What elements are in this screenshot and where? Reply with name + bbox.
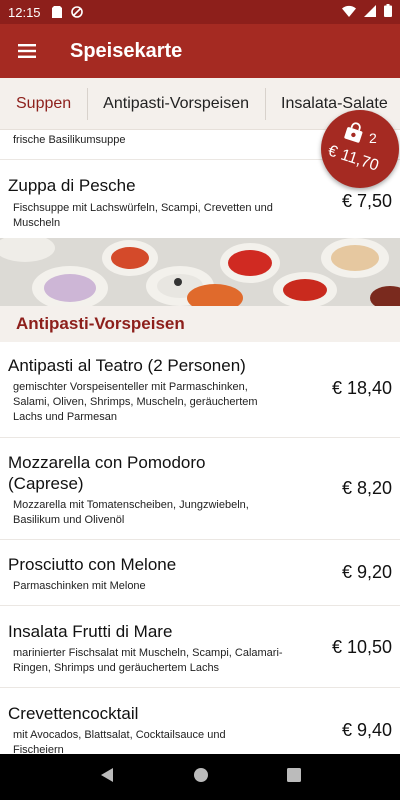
item-description: Mozzarella mit Tomatenscheiben, Jungzwie… [13, 499, 249, 526]
recents-icon[interactable] [287, 767, 301, 787]
system-nav-bar [0, 754, 400, 800]
sd-card-icon [51, 6, 63, 18]
tab-antipasti-vorspeisen[interactable]: Antipasti-Vorspeisen [87, 78, 265, 129]
section-title: Antipasti-Vorspeisen [16, 314, 185, 333]
menu-list[interactable]: frische Basilikumsuppe Zuppa di Pesche F… [0, 130, 400, 754]
item-name: Mozzarella con Pomodoro (Caprese) [8, 453, 206, 493]
status-time: 12:15 [8, 4, 41, 20]
tab-suppen[interactable]: Suppen [0, 78, 87, 129]
item-price: € 9,40 [341, 720, 392, 740]
item-description: frische Basilikumsuppe [13, 134, 126, 146]
wifi-icon [342, 5, 356, 20]
list-item-prosciutto-con-melone[interactable]: Prosciutto con Melone Parmaschinken mit … [0, 540, 400, 606]
item-description: marinierter Fischsalat mit Muscheln, Sca… [13, 647, 283, 674]
list-item-crevettencocktail[interactable]: Crevettencocktail mit Avocados, Blattsal… [0, 688, 400, 754]
page-title: Speisekarte [70, 39, 183, 62]
status-right-icons [342, 4, 392, 20]
signal-icon [364, 4, 376, 20]
item-price: € 10,50 [331, 637, 392, 657]
hamburger-menu-icon[interactable] [0, 24, 56, 78]
list-item-insalata-frutti-di-mare[interactable]: Insalata Frutti di Mare marinierter Fisc… [0, 606, 400, 688]
item-name: Crevettencocktail [8, 704, 139, 723]
item-price: € 18,40 [331, 378, 392, 398]
do-not-disturb-icon [70, 6, 83, 18]
list-item-mozzarella-con-pomodoro[interactable]: Mozzarella con Pomodoro (Caprese) Mozzar… [0, 438, 400, 540]
item-price: € 7,50 [341, 191, 392, 211]
list-item-antipasti-al-teatro[interactable]: Antipasti al Teatro (2 Personen) gemisch… [0, 342, 400, 438]
item-description: Fischsuppe mit Lachswürfeln, Scampi, Cre… [13, 202, 273, 229]
item-name: Prosciutto con Melone [8, 555, 177, 574]
home-icon[interactable] [193, 767, 209, 788]
item-description: gemischter Vorspeisenteller mit Parmasch… [13, 381, 258, 423]
item-price: € 8,20 [341, 478, 392, 498]
cart-count: 2 [369, 130, 377, 146]
item-name: Insalata Frutti di Mare [8, 622, 173, 641]
back-icon[interactable] [99, 767, 115, 788]
item-name: Antipasti al Teatro (2 Personen) [8, 356, 246, 375]
item-name: Zuppa di Pesche [8, 176, 136, 195]
item-price: € 9,20 [341, 562, 392, 582]
antipasti-banner-image [0, 238, 400, 306]
app-bar: Speisekarte [0, 24, 400, 78]
item-description: mit Avocados, Blattsalat, Cocktailsauce … [13, 729, 226, 754]
item-description: Parmaschinken mit Melone [13, 580, 146, 592]
section-header: Antipasti-Vorspeisen [0, 306, 400, 342]
status-bar: 12:15 [0, 0, 400, 24]
battery-icon [384, 4, 392, 20]
cart-button[interactable]: 2 € 11,70 [321, 110, 399, 188]
shopping-bag-icon [343, 122, 365, 149]
